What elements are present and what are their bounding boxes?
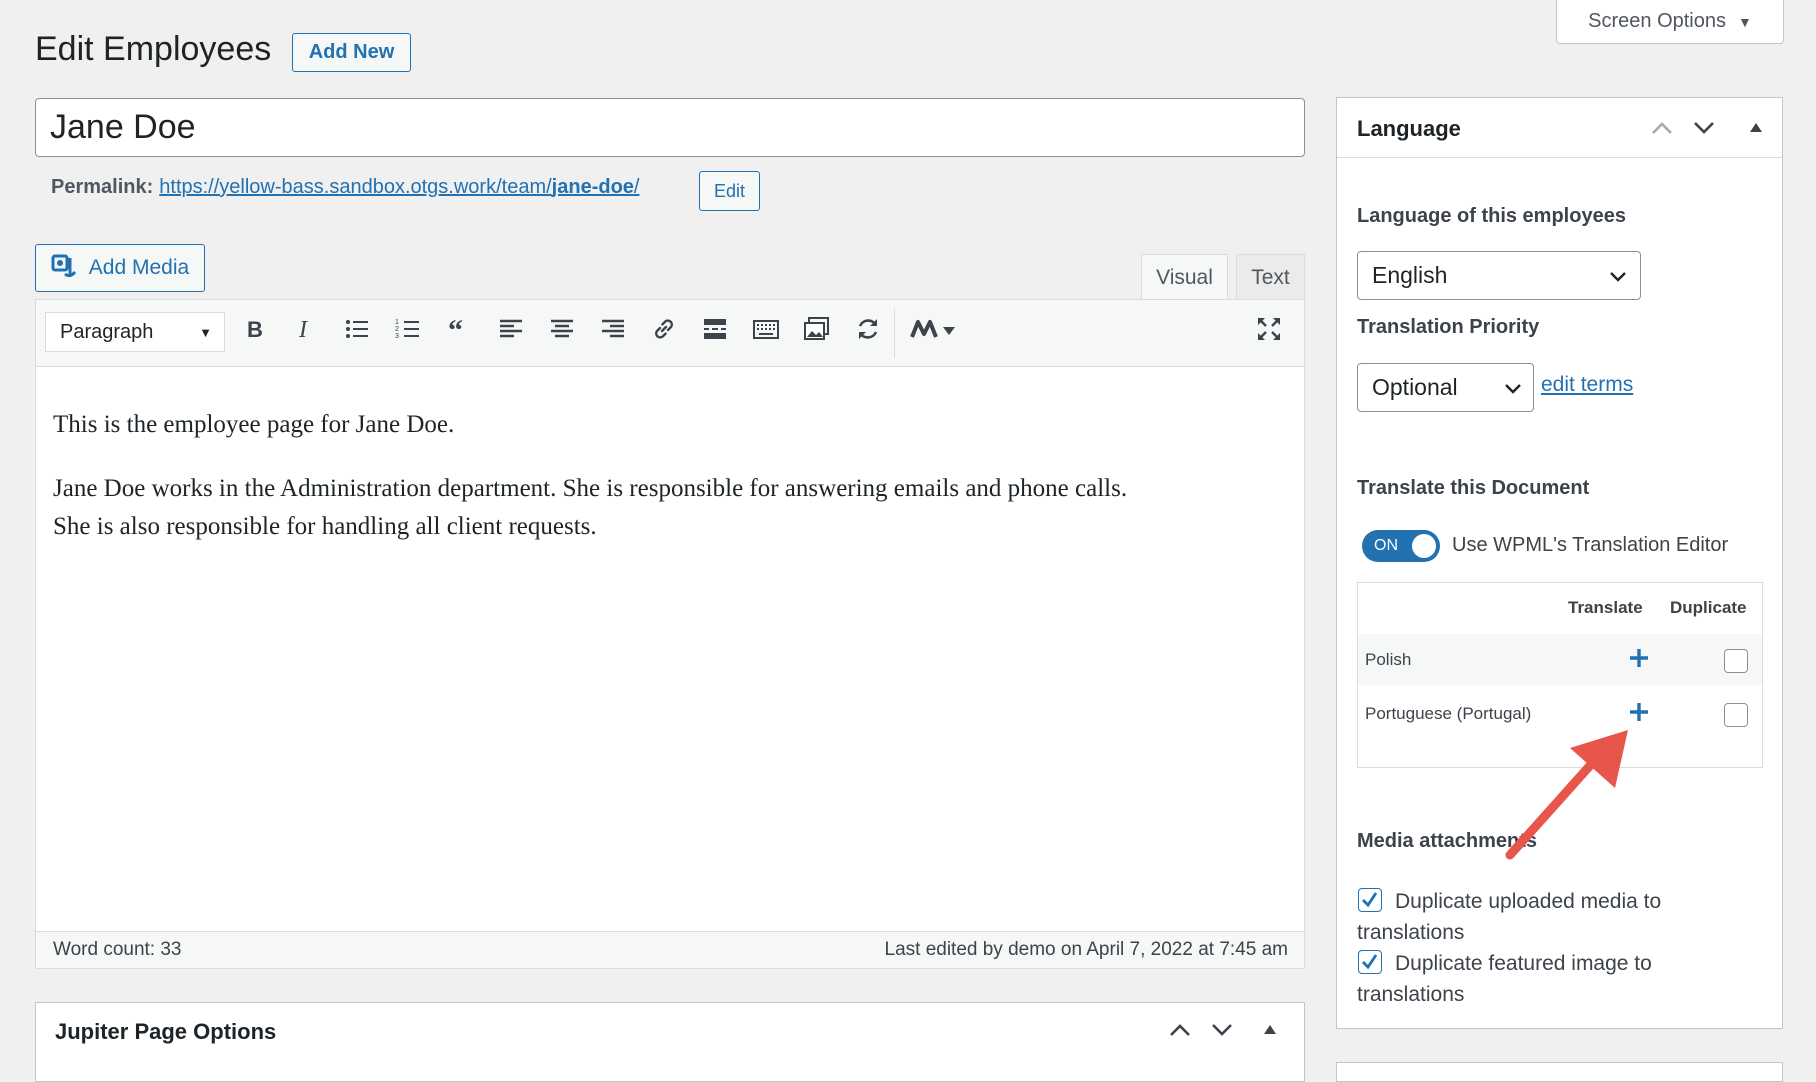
refresh-icon[interactable] bbox=[851, 312, 885, 346]
keyboard-icon[interactable] bbox=[749, 312, 783, 346]
svg-text:B: B bbox=[247, 317, 263, 342]
jupiter-collapse-icon[interactable] bbox=[1262, 1022, 1278, 1041]
jupiter-move-up-icon[interactable] bbox=[1168, 1020, 1192, 1046]
post-title-value: Jane Doe bbox=[50, 108, 196, 146]
col-header-translate: Translate bbox=[1568, 598, 1643, 617]
duplicate-media-label: Duplicate uploaded media to translations bbox=[1357, 886, 1757, 948]
toggle-knob bbox=[1412, 534, 1436, 558]
add-translation-polish-icon[interactable] bbox=[1628, 647, 1650, 674]
last-edited: Last edited by demo on April 7, 2022 at … bbox=[884, 939, 1289, 960]
permalink-slug: jane-doe bbox=[551, 176, 634, 198]
post-title-input[interactable]: Jane Doe bbox=[35, 98, 1305, 157]
caret-down-icon: ▼ bbox=[199, 324, 212, 340]
gallery-icon[interactable] bbox=[800, 312, 834, 346]
toggle-state: ON bbox=[1374, 537, 1398, 554]
content-paragraph-1: This is the employee page for Jane Doe. bbox=[53, 411, 455, 438]
language-move-down-icon[interactable] bbox=[1692, 118, 1716, 143]
editor-content[interactable]: This is the employee page for Jane Doe. … bbox=[53, 406, 1293, 546]
toolbar-divider bbox=[894, 308, 895, 358]
screen-options-label: Screen Options bbox=[1588, 10, 1726, 32]
language-panel-header-divider bbox=[1337, 157, 1782, 158]
add-media-button[interactable]: Add Media bbox=[35, 244, 205, 292]
edit-terms-link[interactable]: edit terms bbox=[1541, 373, 1633, 397]
language-of-document-label: Language of this employees bbox=[1357, 205, 1626, 227]
italic-icon[interactable]: I bbox=[288, 312, 322, 346]
language-select-value: English bbox=[1372, 262, 1448, 288]
annotation-arrow-icon bbox=[1505, 730, 1628, 860]
triangle-down-icon: ▼ bbox=[1738, 13, 1752, 30]
jupiter-move-down-icon[interactable] bbox=[1210, 1020, 1234, 1045]
translation-priority-label: Translation Priority bbox=[1357, 316, 1540, 338]
add-media-label: Add Media bbox=[88, 256, 190, 279]
format-select[interactable]: Paragraph ▼ bbox=[45, 312, 225, 352]
editor-container bbox=[35, 299, 1305, 969]
bold-icon[interactable]: B bbox=[237, 312, 271, 346]
permalink-edit-button[interactable]: Edit bbox=[699, 171, 760, 211]
align-right-icon[interactable] bbox=[596, 312, 630, 346]
align-center-icon[interactable] bbox=[545, 312, 579, 346]
blockquote-icon[interactable]: “ bbox=[443, 312, 477, 346]
svg-text:1: 1 bbox=[395, 319, 399, 326]
jupiter-panel-title: Jupiter Page Options bbox=[55, 1019, 277, 1044]
next-sidebar-panel bbox=[1336, 1062, 1783, 1082]
svg-text:2: 2 bbox=[395, 326, 399, 333]
svg-text:3: 3 bbox=[395, 333, 399, 340]
permalink-base: https://yellow-bass.sandbox.otgs.work/te… bbox=[159, 176, 552, 198]
priority-select[interactable]: Optional bbox=[1357, 363, 1534, 412]
language-move-up-icon[interactable] bbox=[1650, 118, 1674, 143]
numbered-list-icon[interactable]: 123 bbox=[391, 312, 425, 346]
content-paragraph-2-line-1: Jane Doe works in the Administration dep… bbox=[53, 475, 1128, 502]
plugin-m-icon[interactable] bbox=[905, 312, 965, 346]
duplicate-featured-image-label-line-1: Duplicate featured image to bbox=[1395, 952, 1652, 975]
svg-text:I: I bbox=[298, 317, 308, 342]
duplicate-featured-image-label-line-2: translations bbox=[1357, 983, 1465, 1006]
svg-text:“: “ bbox=[448, 316, 463, 342]
add-media-icon bbox=[51, 252, 79, 284]
language-panel-title: Language bbox=[1357, 116, 1461, 141]
duplicate-media-label-line-1: Duplicate uploaded media to bbox=[1395, 890, 1662, 913]
bullet-list-icon[interactable] bbox=[340, 312, 374, 346]
language-collapse-icon[interactable] bbox=[1748, 120, 1764, 139]
duplicate-media-label-line-2: translations bbox=[1357, 921, 1465, 944]
editor-status-bar: Word count: 33 Last edited by demo on Ap… bbox=[36, 931, 1304, 968]
add-new-button[interactable]: Add New bbox=[292, 33, 411, 72]
content-paragraph-2-line-2: She is also responsible for handling all… bbox=[53, 513, 597, 540]
link-icon[interactable] bbox=[647, 312, 681, 346]
tab-visual[interactable]: Visual bbox=[1141, 254, 1228, 300]
word-count: Word count: 33 bbox=[53, 939, 182, 960]
tab-text[interactable]: Text bbox=[1236, 254, 1305, 300]
align-left-icon[interactable] bbox=[494, 312, 528, 346]
row-language-polish: Polish bbox=[1365, 650, 1412, 669]
fullscreen-icon[interactable] bbox=[1252, 312, 1286, 346]
permalink-label: Permalink: bbox=[51, 176, 154, 198]
duplicate-polish-checkbox[interactable] bbox=[1724, 649, 1748, 673]
language-select[interactable]: English bbox=[1357, 251, 1641, 300]
duplicate-portuguese-checkbox[interactable] bbox=[1724, 703, 1748, 727]
read-more-icon[interactable] bbox=[698, 312, 732, 346]
table-row bbox=[1358, 634, 1762, 685]
chevron-down-icon bbox=[1505, 383, 1521, 394]
permalink-link[interactable]: https://yellow-bass.sandbox.otgs.work/te… bbox=[159, 176, 639, 199]
translation-editor-toggle[interactable]: ON bbox=[1362, 530, 1440, 562]
toggle-label: Use WPML's Translation Editor bbox=[1452, 534, 1729, 556]
priority-select-value: Optional bbox=[1372, 374, 1458, 400]
permalink-end: / bbox=[633, 176, 640, 198]
duplicate-featured-image-label: Duplicate featured image to translations bbox=[1357, 948, 1757, 1010]
chevron-down-icon bbox=[1610, 271, 1626, 282]
tab-visual-label: Visual bbox=[1156, 265, 1213, 289]
col-header-duplicate: Duplicate bbox=[1670, 598, 1747, 617]
page-title: Edit Employees bbox=[35, 30, 272, 68]
permalink-row: Permalink: https://yellow-bass.sandbox.o… bbox=[51, 176, 639, 199]
translate-document-label: Translate this Document bbox=[1357, 477, 1590, 499]
format-select-value: Paragraph bbox=[60, 320, 154, 343]
tab-text-label: Text bbox=[1251, 265, 1290, 289]
screen-options-button[interactable]: Screen Options ▼ bbox=[1556, 0, 1784, 44]
